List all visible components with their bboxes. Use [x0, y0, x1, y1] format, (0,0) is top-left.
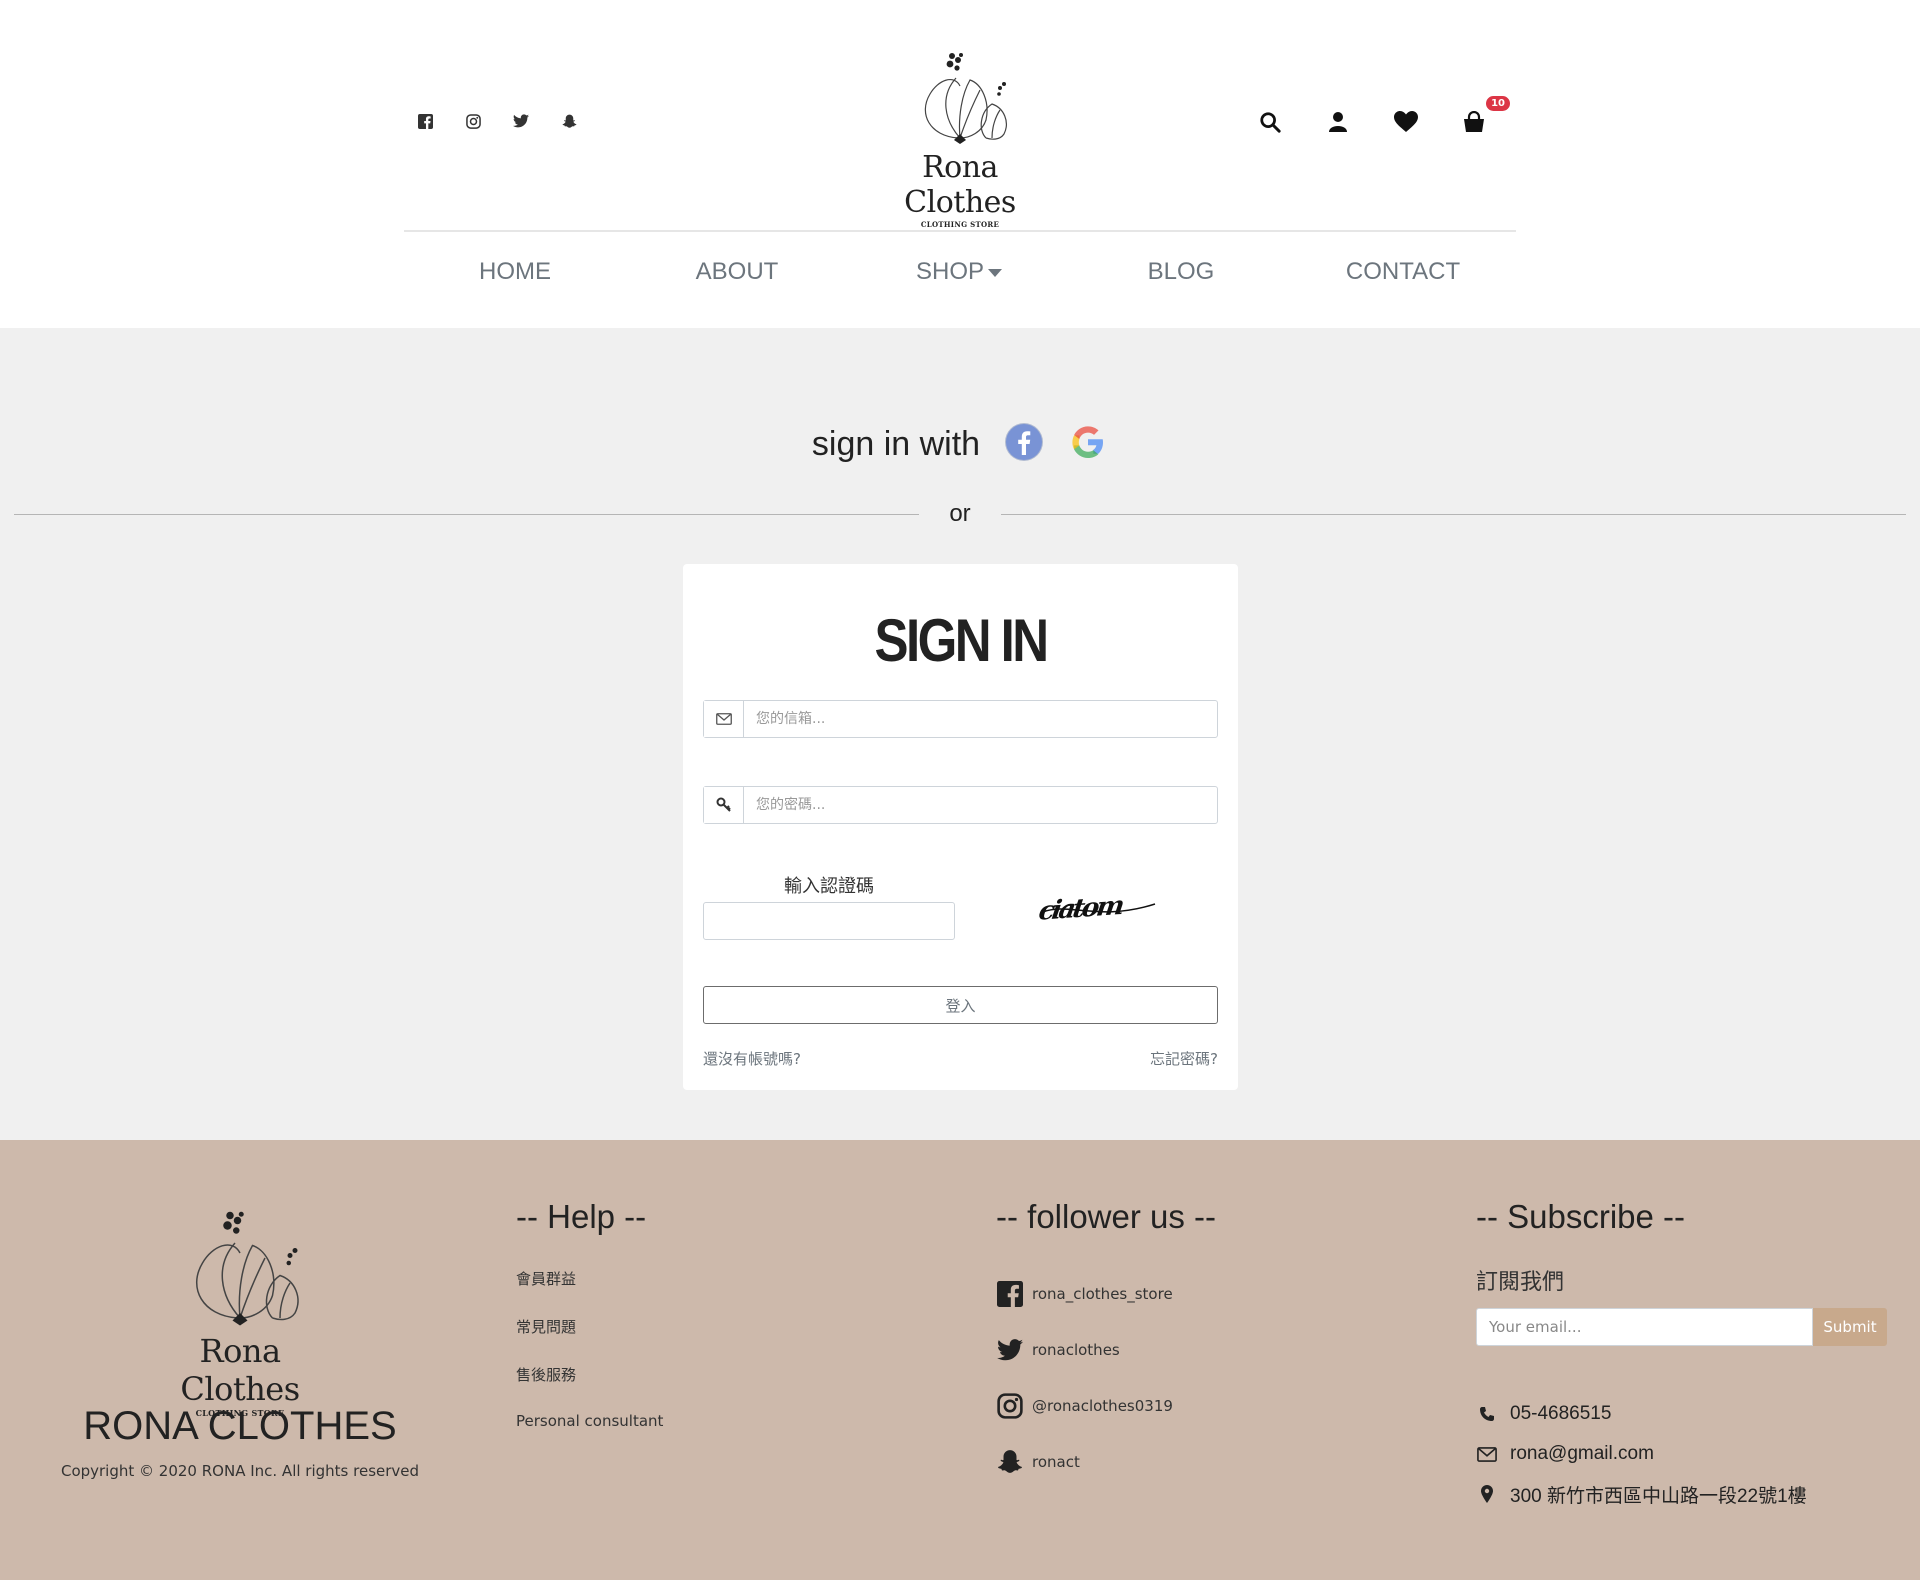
caret-down-icon [988, 268, 1002, 277]
help-list: 會員群益 常見問題 售後服務 Personal consultant [516, 1268, 663, 1432]
cart-icon[interactable]: 10 [1460, 96, 1510, 136]
follow-facebook[interactable]: rona_clothes_store [996, 1266, 1216, 1322]
instagram-icon [996, 1392, 1024, 1420]
help-heading: -- Help -- [516, 1198, 647, 1235]
footer-logo[interactable]: Rona Clothes CLOTHING STORE [145, 1208, 335, 1418]
captcha-text: ciatom [1039, 890, 1126, 926]
subscribe-heading: -- Subscribe -- [1476, 1198, 1686, 1235]
heart-icon[interactable] [1392, 108, 1420, 136]
social-links [416, 112, 578, 130]
google-login-icon[interactable] [1068, 422, 1108, 466]
help-link-member[interactable]: 會員群益 [516, 1268, 663, 1288]
login-button[interactable]: 登入 [703, 986, 1218, 1024]
help-link-consultant[interactable]: Personal consultant [516, 1412, 663, 1432]
logo-subtext: CLOTHING STORE [920, 220, 1000, 229]
contact-address: 300 新竹市西區中山路一段22號1樓 [1476, 1474, 1887, 1514]
site-footer: Rona Clothes CLOTHING STORE RONA CLOTHES… [0, 1140, 1920, 1580]
header-actions: 10 [1256, 96, 1528, 136]
snapchat-icon [996, 1448, 1024, 1476]
signin-card: SIGN IN 輸入認證碼 ciatom 登入 還沒有帳號嗎? 忘記密碼? [683, 564, 1238, 1090]
nav-contact[interactable]: CONTACT [1292, 258, 1514, 286]
nav-shop-label: SHOP [915, 258, 984, 285]
header-divider [404, 230, 1516, 232]
social-signin: sign in with [0, 422, 1920, 466]
contact-email: rona@gmail.com [1476, 1434, 1887, 1474]
follow-heading: -- follower us -- [996, 1198, 1217, 1235]
or-divider: or [14, 500, 1906, 528]
site-logo[interactable]: Rona Clothes CLOTHING STORE [870, 50, 1050, 229]
footer-subscribe-column: -- Subscribe -- 訂閱我們 Submit 05-4686515 r… [1476, 1198, 1887, 1514]
logo-flower-icon [196, 1211, 299, 1326]
captcha-input[interactable] [703, 902, 955, 940]
search-icon[interactable] [1256, 108, 1284, 136]
nav-about[interactable]: ABOUT [626, 258, 848, 286]
contact-list: 05-4686515 rona@gmail.com 300 新竹市西區中山路一段… [1476, 1394, 1887, 1514]
contact-email-text[interactable]: rona@gmail.com [1510, 1443, 1654, 1465]
map-marker-icon [1476, 1485, 1498, 1503]
facebook-login-icon[interactable] [1004, 422, 1044, 466]
follow-instagram[interactable]: @ronaclothes0319 [996, 1378, 1216, 1434]
twitter-icon[interactable] [512, 112, 530, 130]
site-header: Rona Clothes CLOTHING STORE 10 HOME ABOU… [0, 0, 1920, 328]
facebook-icon[interactable] [416, 112, 434, 130]
facebook-icon [996, 1280, 1024, 1308]
main-nav: HOME ABOUT SHOP BLOG CONTACT [404, 258, 1516, 286]
or-line-left [14, 513, 920, 515]
subscribe-email-input[interactable] [1476, 1308, 1813, 1346]
footer-help-column: -- Help -- 會員群益 常見問題 售後服務 Personal consu… [516, 1198, 663, 1460]
footer-copyright: Copyright © 2020 RONA Inc. All rights re… [60, 1462, 420, 1480]
or-label: or [949, 500, 971, 527]
email-field-group [703, 700, 1218, 738]
logo-flower-icon [924, 53, 1007, 144]
captcha-label: 輸入認證碼 [784, 876, 874, 897]
key-icon [704, 787, 744, 823]
instagram-icon[interactable] [464, 112, 482, 130]
subscribe-submit-button[interactable]: Submit [1813, 1308, 1887, 1346]
footer-brand: RONA CLOTHES [83, 1404, 397, 1448]
follow-snapchat-label: ronact [1032, 1453, 1080, 1471]
nav-shop[interactable]: SHOP [848, 258, 1070, 286]
nav-blog[interactable]: BLOG [1070, 258, 1292, 286]
help-link-faq[interactable]: 常見問題 [516, 1316, 663, 1336]
snapchat-icon[interactable] [560, 112, 578, 130]
contact-address-text: 300 新竹市西區中山路一段22號1樓 [1510, 1485, 1807, 1507]
signin-with-label: sign in with [811, 424, 981, 463]
help-link-service[interactable]: 售後服務 [516, 1364, 663, 1384]
contact-phone-text: 05-4686515 [1510, 1403, 1612, 1424]
follow-facebook-label: rona_clothes_store [1032, 1285, 1173, 1303]
footer-logo-text: Rona Clothes [180, 1332, 300, 1408]
register-link[interactable]: 還沒有帳號嗎? [703, 1048, 801, 1069]
footer-follow-column: -- follower us -- rona_clothes_store ron… [996, 1198, 1216, 1490]
password-field-group [703, 786, 1218, 824]
cart-count-badge: 10 [1486, 96, 1510, 111]
nav-home[interactable]: HOME [404, 258, 626, 286]
logo-text: Rona Clothes [904, 150, 1016, 220]
captcha-image: ciatom [1037, 882, 1159, 932]
signin-section: sign in with or SIGN IN 您的信箱... 輸入認證碼 ci… [0, 328, 1920, 1140]
password-input[interactable] [744, 787, 1217, 823]
follow-snapchat[interactable]: ronact [996, 1434, 1216, 1490]
follow-twitter-label: ronaclothes [1032, 1341, 1120, 1359]
follow-instagram-label: @ronaclothes0319 [1032, 1397, 1173, 1415]
follow-list: rona_clothes_store ronaclothes @ronaclot… [996, 1266, 1216, 1490]
follow-twitter[interactable]: ronaclothes [996, 1322, 1216, 1378]
email-input[interactable] [744, 701, 1217, 737]
or-line-right [1000, 513, 1906, 515]
envelope-icon [704, 701, 744, 737]
signin-title: SIGN IN [874, 607, 1049, 674]
subscribe-label: 訂閱我們 [1476, 1270, 1565, 1295]
forgot-password-link[interactable]: 忘記密碼? [1150, 1048, 1218, 1069]
subscribe-form: Submit [1476, 1308, 1887, 1346]
envelope-icon [1476, 1446, 1498, 1462]
phone-icon [1476, 1406, 1498, 1422]
twitter-icon [996, 1336, 1024, 1364]
user-icon[interactable] [1324, 108, 1352, 136]
contact-phone: 05-4686515 [1476, 1394, 1887, 1434]
